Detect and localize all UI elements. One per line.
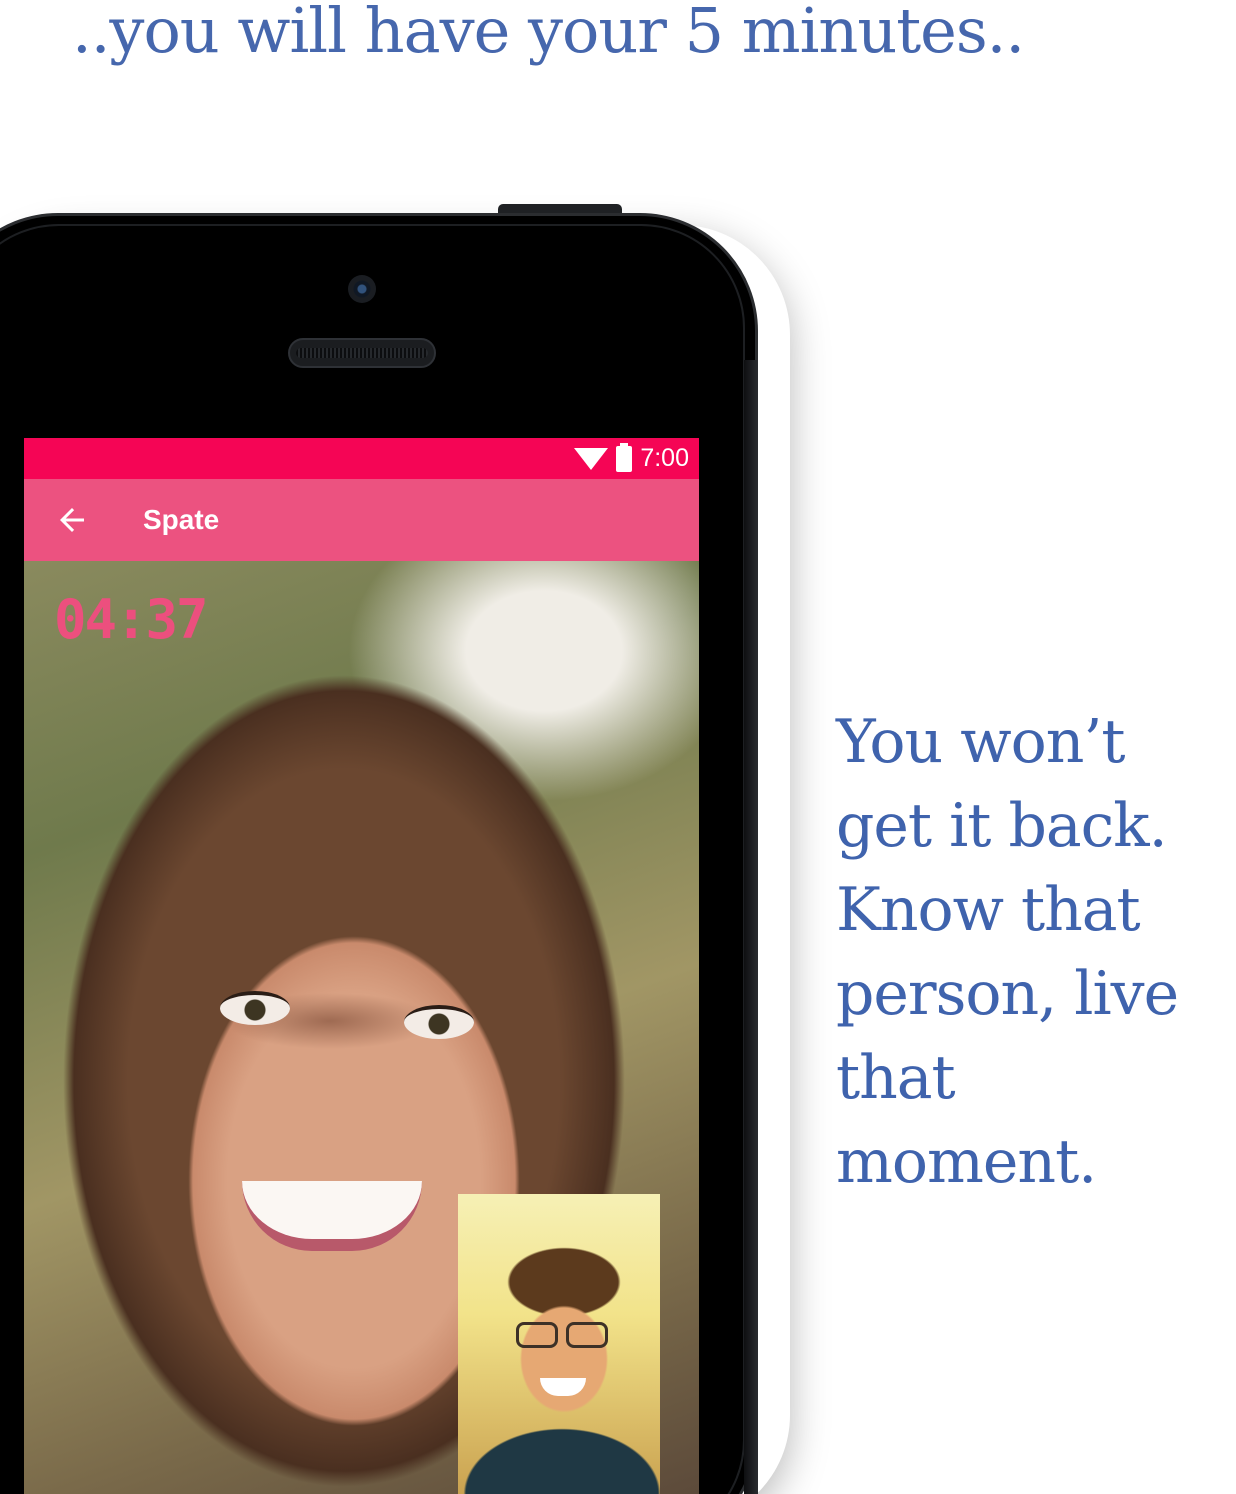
status-time: 7:00 bbox=[640, 444, 689, 472]
headline: ..you will have your 5 minutes.. bbox=[72, 0, 1025, 67]
wifi-icon bbox=[574, 447, 609, 470]
phone-screen: 7:00 Spate 04:37 bbox=[24, 438, 699, 1494]
battery-icon bbox=[616, 442, 633, 472]
front-camera-icon bbox=[348, 275, 376, 303]
app-bar: Spate bbox=[24, 479, 699, 561]
tagline-line: get it back. bbox=[836, 791, 1168, 861]
remote-eye-left bbox=[220, 991, 290, 1025]
self-smile bbox=[540, 1378, 586, 1396]
tagline: You won’t get it back. Know that person,… bbox=[836, 700, 1236, 1204]
remote-smile bbox=[242, 1181, 422, 1251]
tagline-line: person, live bbox=[836, 959, 1179, 1029]
tagline-line: that bbox=[836, 1043, 956, 1113]
phone-side-edge bbox=[744, 360, 758, 1494]
call-timer: 04:37 bbox=[54, 588, 209, 651]
tagline-line: moment. bbox=[836, 1127, 1097, 1197]
tagline-line: You won’t bbox=[836, 707, 1126, 777]
earpiece-speaker bbox=[288, 338, 436, 368]
self-video-preview[interactable] bbox=[458, 1194, 660, 1494]
status-icons: 7:00 bbox=[574, 438, 689, 479]
status-bar: 7:00 bbox=[24, 438, 699, 479]
self-glasses bbox=[516, 1322, 608, 1348]
tagline-line: Know that bbox=[836, 875, 1141, 945]
arrow-back-icon[interactable] bbox=[54, 502, 90, 538]
remote-eye-right bbox=[404, 1005, 474, 1039]
app-title: Spate bbox=[143, 504, 220, 535]
